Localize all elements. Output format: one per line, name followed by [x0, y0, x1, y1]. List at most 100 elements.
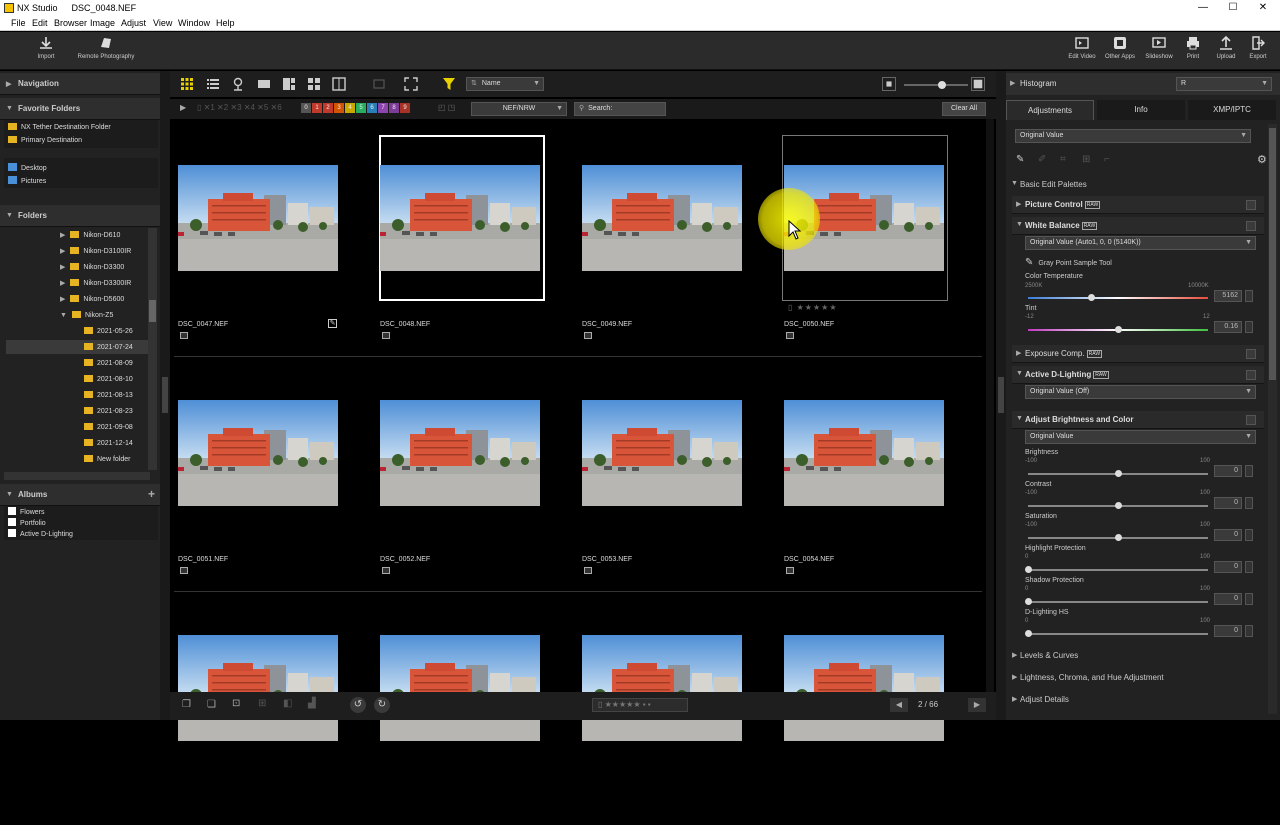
- album-item[interactable]: Active D-Lighting: [8, 529, 73, 538]
- album-item[interactable]: Portfolio: [8, 518, 46, 527]
- lch-section[interactable]: ▶ Lightness, Chroma, and Hue Adjustment: [1008, 670, 1266, 686]
- thumbnail-image[interactable]: [380, 165, 540, 271]
- active-dlighting-dropdown[interactable]: Original Value (Off) ▼: [1025, 385, 1256, 399]
- thumbnail-small-icon[interactable]: [882, 77, 896, 91]
- split-view-icon[interactable]: [332, 77, 346, 91]
- sort-dropdown[interactable]: ⇅ Name ▼: [466, 77, 544, 91]
- remote-photography-button[interactable]: Remote Photography: [72, 35, 140, 60]
- saturation-value[interactable]: 0: [1214, 529, 1242, 541]
- navigation-header[interactable]: ▶ Navigation: [0, 73, 160, 95]
- place-desktop[interactable]: Desktop: [8, 163, 47, 172]
- folder-item[interactable]: ▶ Nikon-D3300IR: [60, 279, 131, 287]
- thumbnail-size-slider[interactable]: [904, 84, 968, 86]
- adjust-brightness-section[interactable]: ▼ Adjust Brightness and Color: [1012, 411, 1264, 429]
- album-item[interactable]: Flowers: [8, 507, 45, 516]
- import-button[interactable]: Import: [30, 35, 62, 60]
- thumbnail-cell[interactable]: DSC_0049.NEF: [576, 135, 770, 355]
- thumbnail-cell[interactable]: DSC_0053.NEF: [576, 370, 770, 590]
- section-checkbox[interactable]: [1246, 415, 1256, 425]
- favorite-item[interactable]: NX Tether Destination Folder: [8, 123, 111, 131]
- thumbnail-image[interactable]: [380, 635, 540, 741]
- folder-item[interactable]: ▶ Nikon-D3100IR: [60, 247, 131, 255]
- other-apps-button[interactable]: Other Apps: [1102, 35, 1138, 60]
- tint-knob[interactable]: [1114, 326, 1122, 333]
- collapse-arrow-icon[interactable]: ▼: [60, 312, 67, 319]
- expand-arrow-icon[interactable]: ▶: [60, 248, 65, 255]
- highlight-protection-knob[interactable]: [1024, 566, 1032, 573]
- brightness-value[interactable]: 0: [1214, 465, 1242, 477]
- list-view-icon[interactable]: [206, 77, 220, 91]
- label-filter-5[interactable]: 5: [356, 103, 366, 113]
- add-album-icon[interactable]: +: [148, 487, 155, 501]
- minimize-button[interactable]: —: [1188, 1, 1218, 15]
- eyedropper-icon[interactable]: ✎: [1016, 154, 1024, 165]
- shadow-protection-value[interactable]: 0: [1214, 593, 1242, 605]
- menu-file[interactable]: File: [11, 18, 26, 28]
- label-filter-9[interactable]: 9: [400, 103, 410, 113]
- favorite-item[interactable]: Primary Destination: [8, 136, 82, 144]
- histogram-channel-dropdown[interactable]: R ▼: [1176, 77, 1272, 91]
- contrast-knob[interactable]: [1114, 502, 1122, 509]
- folder-item[interactable]: 2021-05-26: [84, 327, 133, 335]
- d-lighting-hs-value[interactable]: 0: [1214, 625, 1242, 637]
- adjust-details-section[interactable]: ▶ Adjust Details: [1008, 692, 1266, 708]
- slideshow-button[interactable]: Slideshow: [1142, 35, 1176, 60]
- thumbnail-cell[interactable]: DSC_0051.NEF: [172, 370, 366, 590]
- color-temperature-spinner[interactable]: [1245, 290, 1253, 302]
- brightness-preset-dropdown[interactable]: Original Value ▼: [1025, 430, 1256, 444]
- print-button[interactable]: Print: [1180, 35, 1206, 60]
- thumbnail-cell[interactable]: DSC_0047.NEF ✎: [172, 135, 366, 355]
- highlight-protection-value[interactable]: 0: [1214, 561, 1242, 573]
- brightness-spinner[interactable]: [1245, 465, 1253, 477]
- fit-screen-icon[interactable]: [404, 77, 418, 91]
- left-splitter[interactable]: [160, 71, 170, 720]
- histogram-header[interactable]: ▶ Histogram R ▼: [1006, 73, 1280, 95]
- gray-point-tool[interactable]: ✎ Gray Point Sample Tool: [1025, 257, 1112, 268]
- color-temperature-track[interactable]: [1028, 297, 1208, 299]
- thumbnail-image[interactable]: [178, 400, 338, 506]
- white-balance-dropdown[interactable]: Original Value (Auto1, 0, 0 (5140K)) ▼: [1025, 236, 1256, 250]
- thumbnail-size-knob[interactable]: [938, 81, 946, 89]
- d-lighting-hs-track[interactable]: [1028, 633, 1208, 635]
- shadow-protection-track[interactable]: [1028, 601, 1208, 603]
- collapse-left-handle[interactable]: [162, 377, 168, 413]
- close-button[interactable]: ✕: [1248, 1, 1278, 15]
- filmstrip-icon[interactable]: [282, 77, 296, 91]
- thumbnail-large-icon[interactable]: [971, 77, 985, 91]
- label-filter-6[interactable]: 6: [367, 103, 377, 113]
- folder-item[interactable]: ▶ Nikon-D3300: [60, 263, 124, 271]
- basic-edit-header[interactable]: ▼ Basic Edit Palettes: [1008, 177, 1266, 193]
- export-button[interactable]: Export: [1244, 35, 1272, 60]
- expand-arrow-icon[interactable]: ▶: [60, 296, 65, 303]
- folder-item[interactable]: New folder: [84, 455, 130, 463]
- thumbnail-image[interactable]: [178, 165, 338, 271]
- saturation-spinner[interactable]: [1245, 529, 1253, 541]
- menu-view[interactable]: View: [153, 18, 172, 28]
- thumbnail-cell[interactable]: ▯ ★★★★★ DSC_0050.NEF: [778, 135, 972, 355]
- edit-video-button[interactable]: Edit Video: [1066, 35, 1098, 60]
- saturation-knob[interactable]: [1114, 534, 1122, 541]
- menu-edit[interactable]: Edit: [32, 18, 48, 28]
- stack-expand-icon[interactable]: ❏: [207, 699, 216, 710]
- d-lighting-hs-knob[interactable]: [1024, 630, 1032, 637]
- filter-icon[interactable]: [442, 77, 456, 91]
- preset-dropdown[interactable]: Original Value ▼: [1015, 129, 1251, 143]
- single-view-icon[interactable]: [257, 77, 271, 91]
- compare-photos-icon[interactable]: ⊡: [232, 698, 240, 709]
- shadow-protection-knob[interactable]: [1024, 598, 1032, 605]
- folder-item[interactable]: ▶ Nikon-D610: [60, 231, 120, 239]
- folder-item[interactable]: 2021-12-14: [84, 439, 133, 447]
- previous-page-icon[interactable]: ◀: [890, 698, 908, 712]
- exposure-comp-section[interactable]: ▶ Exposure Comp. RAW: [1012, 345, 1264, 363]
- folder-item[interactable]: ▶ Nikon-D5600: [60, 295, 124, 303]
- file-type-dropdown[interactable]: NEF/NRW ▼: [471, 102, 567, 116]
- folder-item[interactable]: 2021-08-13: [84, 391, 133, 399]
- stack-icon[interactable]: [382, 567, 390, 574]
- stack-icon[interactable]: [180, 567, 188, 574]
- map-pin-icon[interactable]: [231, 77, 245, 91]
- search-input[interactable]: ⚲ Search:: [574, 102, 666, 116]
- tab-xmp-iptc[interactable]: XMP/IPTC: [1188, 100, 1276, 120]
- tint-value[interactable]: 0.16: [1214, 321, 1242, 333]
- folder-item[interactable]: 2021-07-24: [84, 343, 133, 351]
- levels-curves-section[interactable]: ▶ Levels & Curves: [1008, 648, 1266, 664]
